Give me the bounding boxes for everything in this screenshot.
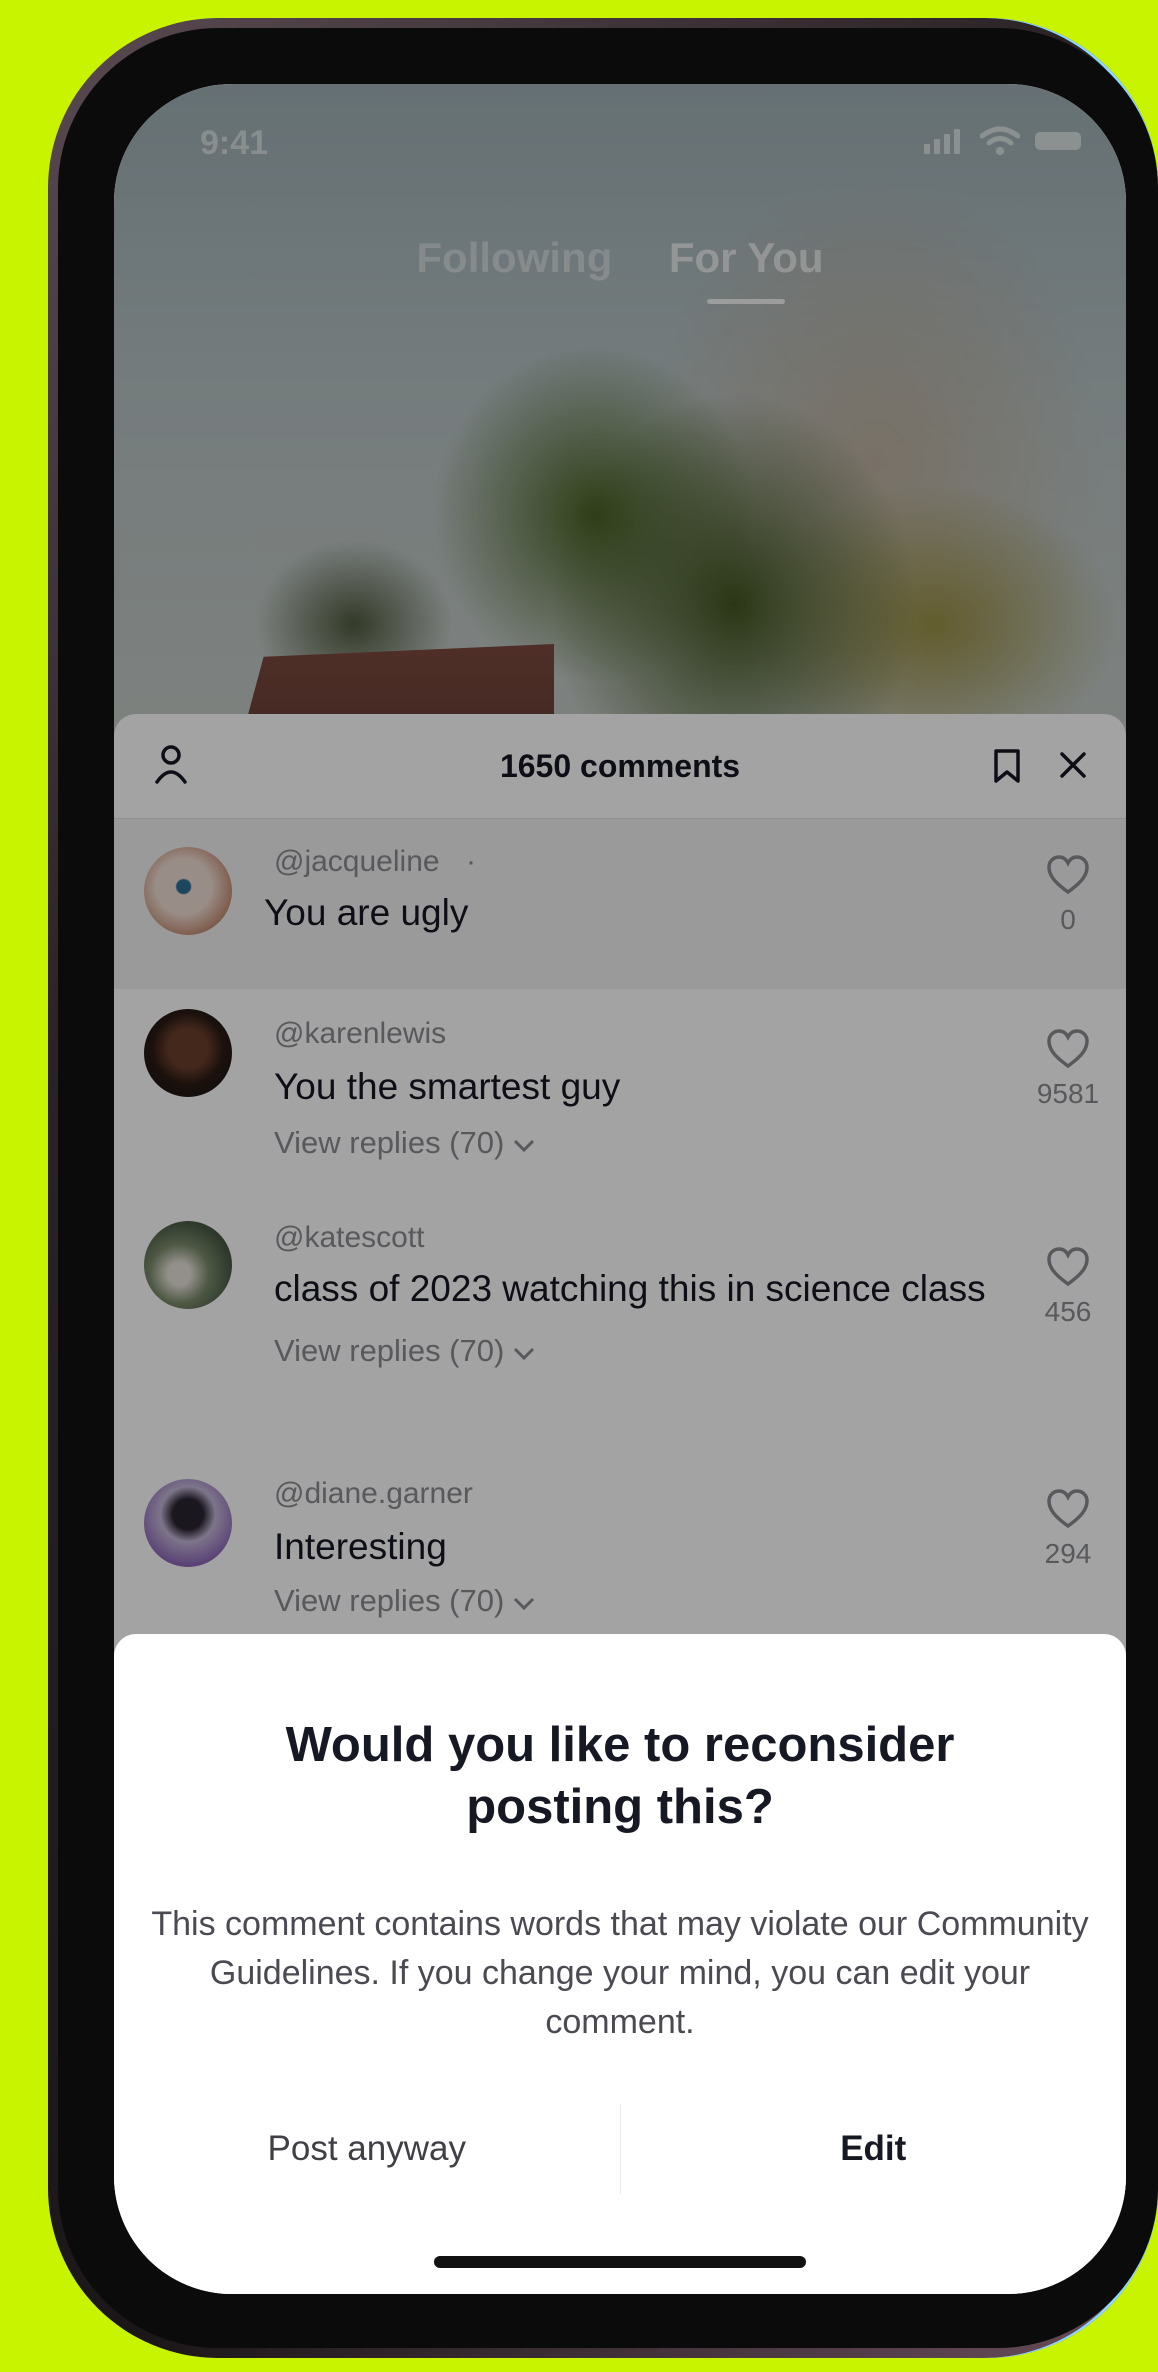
phone-screen: 9:41 Following For You 1650 comments @ja… [114, 84, 1126, 2294]
dialog-title: Would you like to reconsider posting thi… [285, 1718, 955, 1834]
dialog-body: This comment contains words that may vio… [151, 1905, 1089, 2041]
dialog-actions: Post anyway Edit [114, 2104, 1126, 2194]
phone-frame: 9:41 Following For You 1650 comments @ja… [48, 18, 1158, 2358]
home-indicator[interactable] [434, 2256, 806, 2268]
phone-bezel: 9:41 Following For You 1650 comments @ja… [58, 28, 1158, 2348]
post-anyway-button[interactable]: Post anyway [114, 2104, 620, 2194]
edit-button[interactable]: Edit [621, 2104, 1127, 2194]
reconsider-dialog: Would you like to reconsider posting thi… [114, 1634, 1126, 2294]
